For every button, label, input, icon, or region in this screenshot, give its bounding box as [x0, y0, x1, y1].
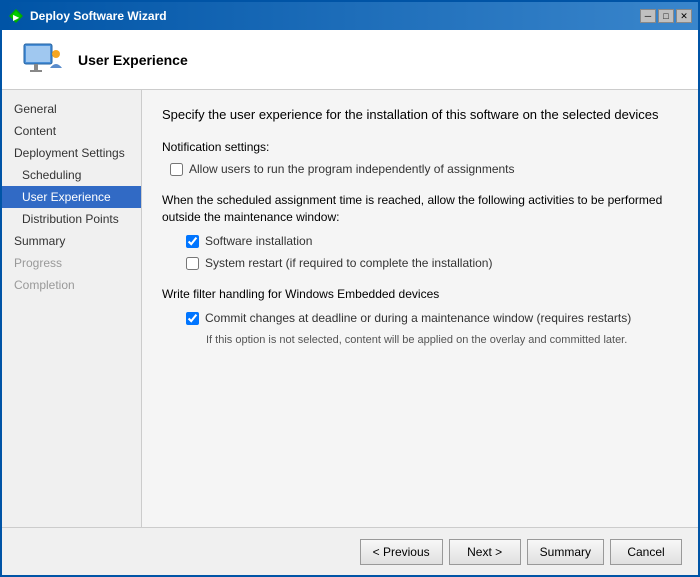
next-button[interactable]: Next >: [449, 539, 521, 565]
software-install-checkbox[interactable]: [186, 235, 199, 248]
checkbox-row-4: Commit changes at deadline or during a m…: [178, 311, 678, 325]
notification-label: Notification settings:: [162, 140, 678, 154]
header-area: User Experience: [2, 30, 698, 90]
allow-run-checkbox[interactable]: [170, 163, 183, 176]
allow-run-label[interactable]: Allow users to run the program independe…: [189, 162, 515, 176]
main-content: General Content Deployment Settings Sche…: [2, 90, 698, 527]
deploy-wizard-window: ▶ Deploy Software Wizard ─ □ ✕ User: [0, 0, 700, 577]
sidebar-item-summary[interactable]: Summary: [2, 230, 141, 252]
checkbox-row-1: Allow users to run the program independe…: [162, 162, 678, 176]
checkbox-row-3: System restart (if required to complete …: [178, 256, 678, 270]
write-filter-label: Write filter handling for Windows Embedd…: [162, 286, 678, 303]
content-area: Specify the user experience for the inst…: [142, 90, 698, 527]
title-controls: ─ □ ✕: [640, 9, 692, 23]
sidebar-item-completion: Completion: [2, 274, 141, 296]
note-text: If this option is not selected, content …: [178, 333, 678, 348]
cancel-button[interactable]: Cancel: [610, 539, 682, 565]
user-experience-icon: [20, 38, 64, 82]
system-restart-checkbox[interactable]: [186, 257, 199, 270]
svg-text:▶: ▶: [13, 13, 20, 22]
sidebar-item-content[interactable]: Content: [2, 120, 141, 142]
software-install-label[interactable]: Software installation: [205, 234, 312, 248]
summary-button[interactable]: Summary: [527, 539, 604, 565]
close-button[interactable]: ✕: [676, 9, 692, 23]
window-title: Deploy Software Wizard: [30, 9, 167, 23]
maintenance-text: When the scheduled assignment time is re…: [162, 192, 678, 226]
footer: < Previous Next > Summary Cancel: [2, 527, 698, 575]
sidebar: General Content Deployment Settings Sche…: [2, 90, 142, 527]
previous-button[interactable]: < Previous: [360, 539, 443, 565]
sidebar-item-user-experience[interactable]: User Experience: [2, 186, 141, 208]
title-bar-left: ▶ Deploy Software Wizard: [8, 8, 167, 24]
header-icon-box: [18, 36, 66, 84]
title-bar: ▶ Deploy Software Wizard ─ □ ✕: [2, 2, 698, 30]
checkbox-row-2: Software installation: [178, 234, 678, 248]
content-description: Specify the user experience for the inst…: [162, 106, 678, 124]
indented-section-write-filter: Commit changes at deadline or during a m…: [162, 311, 678, 348]
system-restart-label[interactable]: System restart (if required to complete …: [205, 256, 492, 270]
minimize-button[interactable]: ─: [640, 9, 656, 23]
header-title: User Experience: [78, 52, 188, 68]
sidebar-item-general[interactable]: General: [2, 98, 141, 120]
maximize-button[interactable]: □: [658, 9, 674, 23]
sidebar-item-progress: Progress: [2, 252, 141, 274]
indented-section-maintenance: Software installation System restart (if…: [162, 234, 678, 270]
commit-changes-checkbox[interactable]: [186, 312, 199, 325]
sidebar-item-scheduling[interactable]: Scheduling: [2, 164, 141, 186]
wizard-title-icon: ▶: [8, 8, 24, 24]
sidebar-item-deployment[interactable]: Deployment Settings: [2, 142, 141, 164]
commit-changes-label[interactable]: Commit changes at deadline or during a m…: [205, 311, 631, 325]
sidebar-item-distribution-points[interactable]: Distribution Points: [2, 208, 141, 230]
